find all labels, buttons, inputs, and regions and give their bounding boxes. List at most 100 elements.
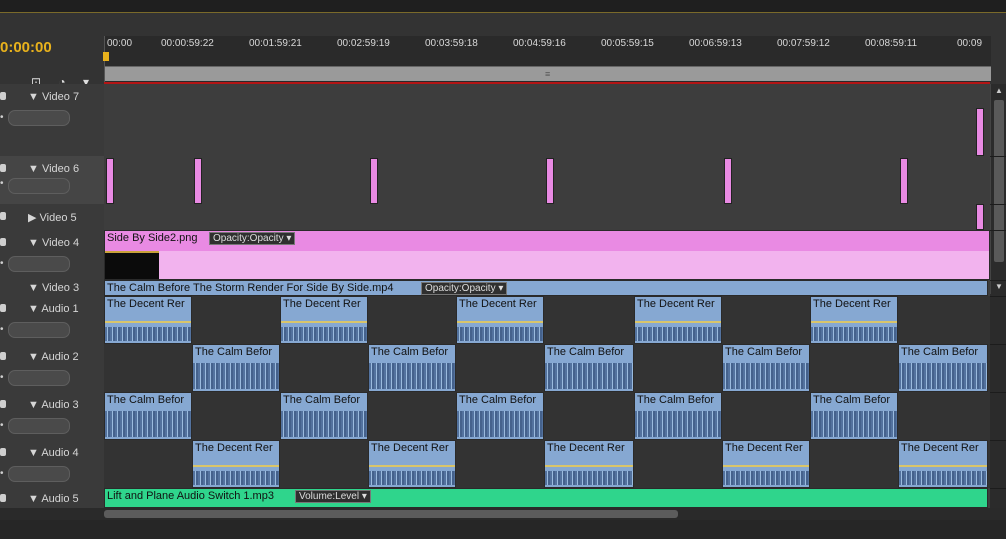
track-content[interactable]: The Calm Befor The Calm Befor The Calm B… [104,392,990,440]
track-name[interactable]: ▼ Video 4 [28,237,79,249]
track-content[interactable]: Lift and Plane Audio Switch 1.mp3 Volume… [104,488,990,508]
audio-clip[interactable]: The Calm Befor [810,392,898,440]
eye-icon[interactable] [0,212,6,220]
track-content[interactable] [104,204,990,230]
ruler-tick: 00:08:59:11 [865,38,918,49]
track-name[interactable]: ▼ Video 3 [28,282,79,294]
track-name[interactable]: ▼ Video 7 [28,91,79,103]
speaker-icon[interactable] [0,494,6,502]
track-audio-4: ▼ Audio 4 • The Decent Rer The Decent Re… [0,440,1006,489]
track-video-5: ▶ Video 5 [0,204,1006,231]
current-timecode[interactable]: 0:00:00 [0,39,52,56]
ruler-tick: 00:00 [107,38,133,49]
video-clip[interactable]: The Calm Before The Storm Render For Sid… [104,280,988,296]
audio-clip[interactable]: The Decent Rer [810,296,898,344]
clip-marker[interactable] [724,158,732,204]
horizontal-scrollbar[interactable] [0,508,1006,520]
eye-icon[interactable] [0,164,6,172]
clip-marker[interactable] [900,158,908,204]
keyframe-nav[interactable] [8,418,70,434]
audio-clip[interactable]: The Decent Rer [898,440,988,488]
audio-clip[interactable]: The Calm Befor [192,344,280,392]
track-name[interactable]: ▼ Audio 3 [28,399,79,411]
clip-marker[interactable] [106,158,114,204]
volume-line [457,321,543,323]
fx-dropdown[interactable]: Volume:Level ▾ [295,490,371,503]
clip-marker[interactable] [976,108,984,156]
track-content[interactable]: The Decent Rer The Decent Rer The Decent… [104,440,990,488]
track-header: ▼ Audio 1 • [0,296,105,344]
clip-name: Side By Side2.png [107,232,198,244]
clip-name: The Calm Befor [283,394,361,406]
keyframe-nav[interactable] [8,322,70,338]
time-ruler[interactable]: 00:00 00:00:59:22 00:01:59:21 00:02:59:1… [103,36,991,82]
clip-name: The Calm Befor [371,346,449,358]
fx-dropdown[interactable]: Opacity:Opacity ▾ [209,232,296,245]
playhead-handle[interactable] [103,52,109,61]
audio-clip[interactable]: The Calm Befor [104,392,192,440]
keyframe-nav[interactable] [8,370,70,386]
track-content[interactable] [104,84,990,156]
video-clip[interactable]: Side By Side2.png Opacity:Opacity ▾ [104,230,990,280]
clip-marker[interactable] [370,158,378,204]
audio-clip[interactable]: The Calm Befor [280,392,368,440]
keyframe-nav[interactable] [8,256,70,272]
keyframe-nav[interactable] [8,178,70,194]
track-name[interactable]: ▼ Audio 5 [28,493,79,505]
audio-clip[interactable]: The Decent Rer [456,296,544,344]
clip-marker[interactable] [546,158,554,204]
track-name[interactable]: ▶ Video 5 [28,211,77,224]
keyframe-nav[interactable] [8,466,70,482]
speaker-icon[interactable] [0,304,6,312]
audio-clip[interactable]: The Calm Befor [544,344,634,392]
audio-clip[interactable]: The Decent Rer [544,440,634,488]
keyframe-icon: • [0,324,4,335]
keyframe-nav[interactable] [8,110,70,126]
audio-clip[interactable]: The Decent Rer [192,440,280,488]
audio-clip[interactable]: The Calm Befor [634,392,722,440]
audio-clip[interactable]: The Calm Befor [722,344,810,392]
track-content[interactable] [104,156,990,204]
keyframe-icon: • [0,468,4,479]
track-name[interactable]: ▼ Audio 4 [28,447,79,459]
clip-name: The Decent Rer [107,298,185,310]
track-audio-1: ▼ Audio 1 • The Decent Rer The Decent Re… [0,296,1006,345]
audio-clip[interactable]: The Decent Rer [722,440,810,488]
clip-name: The Decent Rer [725,442,803,454]
work-area-bar[interactable]: ≡ [105,66,991,81]
track-content[interactable]: The Calm Befor The Calm Befor The Calm B… [104,344,990,392]
eye-icon[interactable] [0,92,6,100]
speaker-icon[interactable] [0,352,6,360]
waveform [811,327,897,341]
track-audio-2: ▼ Audio 2 • The Calm Befor The Calm Befo… [0,344,1006,393]
track-name[interactable]: ▼ Audio 1 [28,303,79,315]
ruler-tick: 00:01:59:21 [249,38,302,49]
audio-clip[interactable]: The Calm Befor [898,344,988,392]
waveform [811,411,897,437]
track-content[interactable]: The Calm Before The Storm Render For Sid… [104,280,990,296]
track-name[interactable]: ▼ Audio 2 [28,351,79,363]
audio-clip[interactable]: The Calm Befor [368,344,456,392]
clip-marker[interactable] [194,158,202,204]
waveform [545,471,633,485]
speaker-icon[interactable] [0,448,6,456]
track-name[interactable]: ▼ Video 6 [28,163,79,175]
clip-marker[interactable] [976,204,984,230]
waveform [635,327,721,341]
clip-name: The Decent Rer [371,442,449,454]
track-content[interactable]: Side By Side2.png Opacity:Opacity ▾ [104,230,990,280]
horizontal-scroll-thumb[interactable] [104,510,678,518]
speaker-icon[interactable] [0,400,6,408]
waveform [281,327,367,341]
audio-clip[interactable]: The Calm Befor [456,392,544,440]
clip-thumbnail [105,251,159,279]
audio-clip[interactable]: Lift and Plane Audio Switch 1.mp3 Volume… [104,488,988,508]
audio-clip[interactable]: The Decent Rer [368,440,456,488]
audio-clip[interactable]: The Decent Rer [280,296,368,344]
eye-icon[interactable] [0,238,6,246]
fx-dropdown[interactable]: Opacity:Opacity ▾ [421,282,508,295]
audio-clip[interactable]: The Decent Rer [104,296,192,344]
keyframe-icon: • [0,420,4,431]
track-content[interactable]: The Decent Rer The Decent Rer The Decent… [104,296,990,344]
audio-clip[interactable]: The Decent Rer [634,296,722,344]
